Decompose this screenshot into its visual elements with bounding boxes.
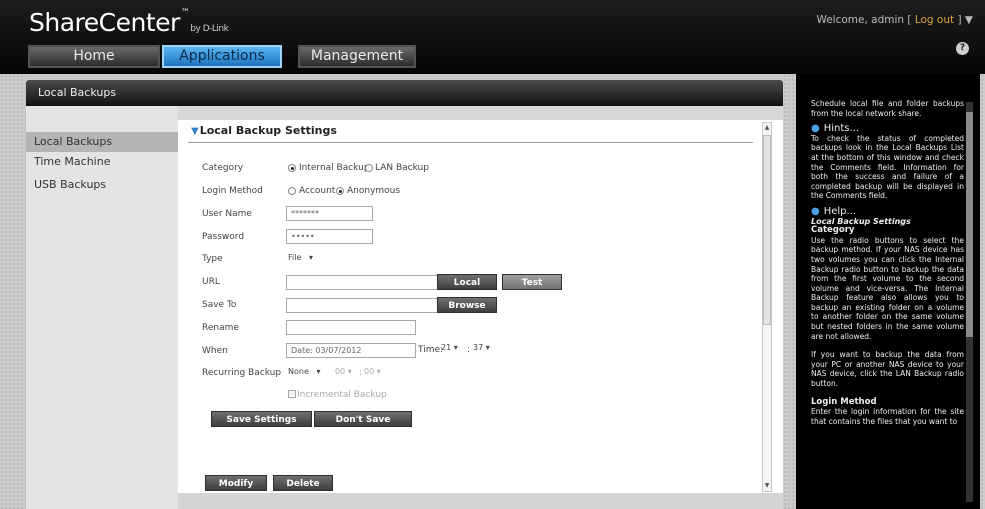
logout-link[interactable]: Log out (915, 14, 954, 26)
date-input[interactable]: Date: 03/07/2012 (286, 343, 416, 358)
internal-backup-radio[interactable] (288, 164, 296, 172)
url-label: URL (202, 277, 220, 287)
password-input[interactable]: ••••• (286, 229, 373, 244)
login-method-label: Login Method (202, 186, 263, 196)
background-pattern (783, 74, 796, 509)
scrollbar-thumb[interactable] (763, 135, 771, 325)
category-label: Category (202, 163, 244, 173)
welcome-text: Welcome, admin [ Log out ] ▼ (816, 14, 973, 26)
when-label: When (202, 346, 228, 356)
rename-label: Rename (202, 323, 239, 333)
help-scrollbar[interactable] (966, 102, 973, 502)
login-method-heading: Login Method (811, 396, 877, 407)
type-select[interactable]: File ▾ (288, 251, 333, 265)
sidebar-item-time-machine[interactable]: Time Machine (26, 152, 178, 172)
bullet-icon: ● (811, 205, 820, 217)
help-heading: ● Help... (811, 205, 857, 217)
scroll-up-icon[interactable]: ▲ (763, 123, 771, 133)
incremental-backup-checkbox[interactable] (288, 390, 296, 398)
lan-text: If you want to backup the data from your… (811, 350, 964, 389)
browse-button[interactable]: Browse (437, 297, 497, 313)
recurring-separator: : (359, 368, 363, 378)
top-header: ShareCenter™by D-Link Home Applications … (0, 0, 985, 74)
lan-backup-radio[interactable] (365, 164, 373, 172)
panel-title: Local Backups (26, 80, 783, 106)
save-to-label: Save To (202, 300, 237, 310)
internal-backup-label: Internal Backup (299, 163, 370, 173)
time-label: Time: (418, 345, 444, 355)
time-separator: : (467, 345, 471, 355)
local-backups-panel: Local Backups Local Backups Time Machine… (26, 80, 783, 509)
help-intro: Schedule local file and folder backups f… (811, 99, 964, 118)
password-label: Password (202, 232, 245, 242)
test-button[interactable]: Test (502, 274, 562, 290)
recurring-hour-select[interactable]: 00 ▾ (335, 365, 361, 379)
sharecenter-logo: ShareCenter™by D-Link (29, 8, 229, 37)
tab-management[interactable]: Management (298, 45, 416, 68)
dont-save-settings-button[interactable]: Don't Save Settings (314, 411, 412, 441)
help-text: Schedule local file and folder backups f… (811, 99, 964, 426)
recurring-backup-label: Recurring Backup (202, 368, 282, 378)
save-settings-button[interactable]: Save Settings (211, 411, 312, 427)
account-radio[interactable] (288, 187, 296, 195)
anonymous-label: Anonymous (347, 186, 401, 196)
hints-text: To check the status of completed backups… (811, 133, 964, 201)
category-text: Use the radio buttons to select the back… (811, 235, 964, 341)
lan-backup-label: LAN Backup (375, 163, 429, 173)
type-label: Type (202, 254, 223, 264)
account-label: Account (299, 186, 336, 196)
minute-select[interactable]: 37 ▾ (473, 341, 503, 355)
content-area: ▼Local Backup Settings Category Internal… (178, 106, 783, 509)
username-input[interactable]: ******* (286, 206, 373, 221)
divider (188, 142, 753, 143)
category-heading: Category (811, 225, 855, 236)
settings-form: ▼Local Backup Settings Category Internal… (178, 120, 783, 509)
background-pattern (980, 74, 985, 509)
help-scrollbar-thumb[interactable] (966, 112, 973, 337)
tab-applications[interactable]: Applications (162, 45, 282, 68)
delete-button[interactable]: Delete (273, 475, 333, 491)
collapse-triangle-icon[interactable]: ▼ (191, 126, 199, 137)
hints-heading: ● Hints... (811, 123, 860, 135)
incremental-backup-label: Incremental Backup (297, 390, 387, 400)
sidebar: Local Backups Time Machine USB Backups (26, 106, 178, 509)
content-footer (178, 493, 783, 509)
background-pattern (0, 74, 26, 509)
rename-input[interactable] (286, 320, 416, 335)
scroll-down-icon[interactable]: ▼ (763, 481, 771, 491)
save-to-input[interactable] (286, 298, 438, 313)
content-scrollbar[interactable]: ▲ ▼ (762, 122, 772, 492)
sidebar-item-local-backups[interactable]: Local Backups (26, 132, 178, 152)
username-label: User Name (202, 209, 252, 219)
url-input[interactable] (286, 275, 438, 290)
login-method-text: Enter the login information for the site… (811, 407, 964, 426)
recurring-select[interactable]: None ▾ (288, 365, 331, 379)
tab-home[interactable]: Home (28, 45, 160, 68)
recurring-minute-select[interactable]: 00 ▾ (364, 365, 390, 379)
anonymous-radio[interactable] (336, 187, 344, 195)
help-icon[interactable]: ? (956, 42, 969, 55)
local-button[interactable]: Local (437, 274, 497, 290)
help-panel: Schedule local file and folder backups f… (796, 74, 980, 509)
bullet-icon: ● (811, 123, 820, 135)
section-title[interactable]: ▼Local Backup Settings (191, 124, 337, 137)
modify-button[interactable]: Modify (205, 475, 267, 491)
sidebar-item-usb-backups[interactable]: USB Backups (26, 175, 178, 195)
